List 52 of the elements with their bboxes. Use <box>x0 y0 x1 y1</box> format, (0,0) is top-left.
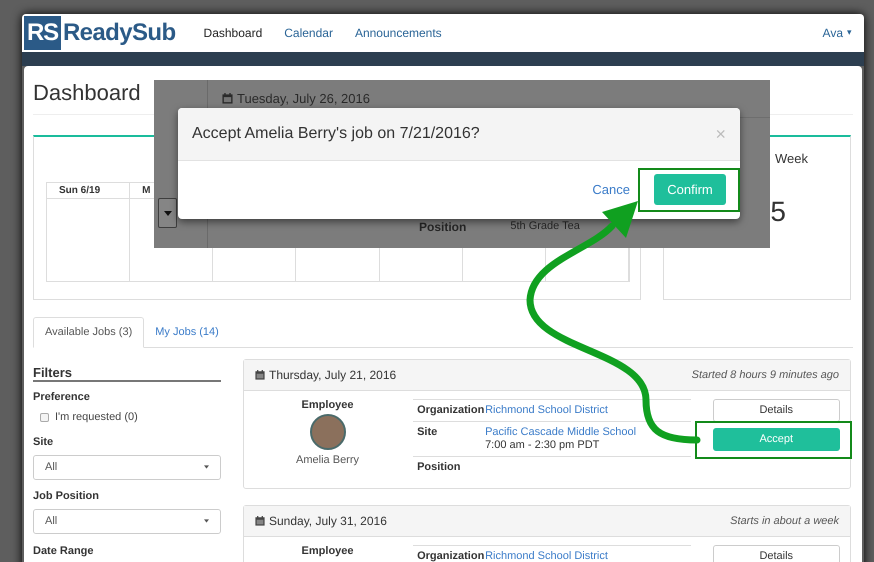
detail-link[interactable]: Richmond School District <box>485 404 608 417</box>
user-menu[interactable]: Ava <box>822 24 843 42</box>
employee-label: Employee <box>302 399 354 412</box>
employee-label: Employee <box>302 545 354 558</box>
tab[interactable]: My Jobs (14) <box>144 317 230 347</box>
page-title: Dashboard <box>33 80 141 106</box>
popup-field-value: 5th Grade Tea <box>510 219 580 234</box>
nav-link[interactable]: Announcements <box>354 24 442 42</box>
detail-time: 7:00 am - 2:30 pm PDT <box>485 439 600 452</box>
day-header: Sun 6/19 <box>47 183 130 199</box>
detail-label: Position <box>416 461 462 474</box>
job-date: Sunday, July 31, 2016 <box>269 513 387 530</box>
calendar-icon <box>255 370 265 380</box>
detail-label: Site <box>416 426 438 440</box>
job-date: Thursday, July 21, 2016 <box>269 367 396 384</box>
popup-date: Tuesday, July 26, 2016 <box>237 90 370 108</box>
select-field[interactable]: All <box>33 508 221 534</box>
tab[interactable]: Available Jobs (3) <box>33 317 144 348</box>
logo-mark[interactable]: RS <box>24 16 61 50</box>
filter-label: Date Range <box>33 544 95 558</box>
popup-field-label: Position <box>419 219 466 236</box>
details-button[interactable]: Details <box>712 545 840 562</box>
logo-text[interactable]: ReadySub <box>62 15 176 51</box>
calendar-icon <box>222 93 233 104</box>
cancel-link[interactable]: Cance <box>592 180 630 200</box>
filters-title: Filters <box>33 365 221 382</box>
avatar-placeholder <box>310 414 346 450</box>
week-label: Week <box>775 150 808 168</box>
checkbox[interactable] <box>40 412 49 422</box>
dropdown-toggle[interactable] <box>158 198 177 228</box>
filter-label: Job Position <box>33 488 100 502</box>
checkbox-label: I'm requested (0) <box>55 410 138 425</box>
nav-link[interactable]: Calendar <box>284 24 333 42</box>
employee-name: Amelia Berry <box>296 453 360 468</box>
detail-link[interactable]: Pacific Cascade Middle School <box>485 426 636 439</box>
caret-icon <box>204 465 209 469</box>
detail-link[interactable]: Richmond School District <box>485 550 608 562</box>
caret-icon <box>164 210 172 216</box>
dialog-title: Accept Amelia Berry's job on 7/21/2016? <box>192 124 480 144</box>
detail-label: Organization <box>416 550 486 562</box>
details-button[interactable]: Details <box>712 399 840 422</box>
calendar-icon <box>255 516 265 526</box>
caret-icon <box>204 519 209 523</box>
caret-icon: ▾ <box>847 26 852 40</box>
nav-link[interactable]: Dashboard <box>204 24 262 42</box>
job-status: Started 8 hours 9 minutes ago <box>692 368 839 383</box>
filter-label: Site <box>33 434 54 448</box>
filter-label: Preference <box>33 390 91 404</box>
job-status: Starts in about a week <box>730 514 839 529</box>
detail-label: Organization <box>416 404 486 417</box>
select-field[interactable]: All <box>33 454 221 480</box>
week-count: 5 <box>770 194 786 228</box>
